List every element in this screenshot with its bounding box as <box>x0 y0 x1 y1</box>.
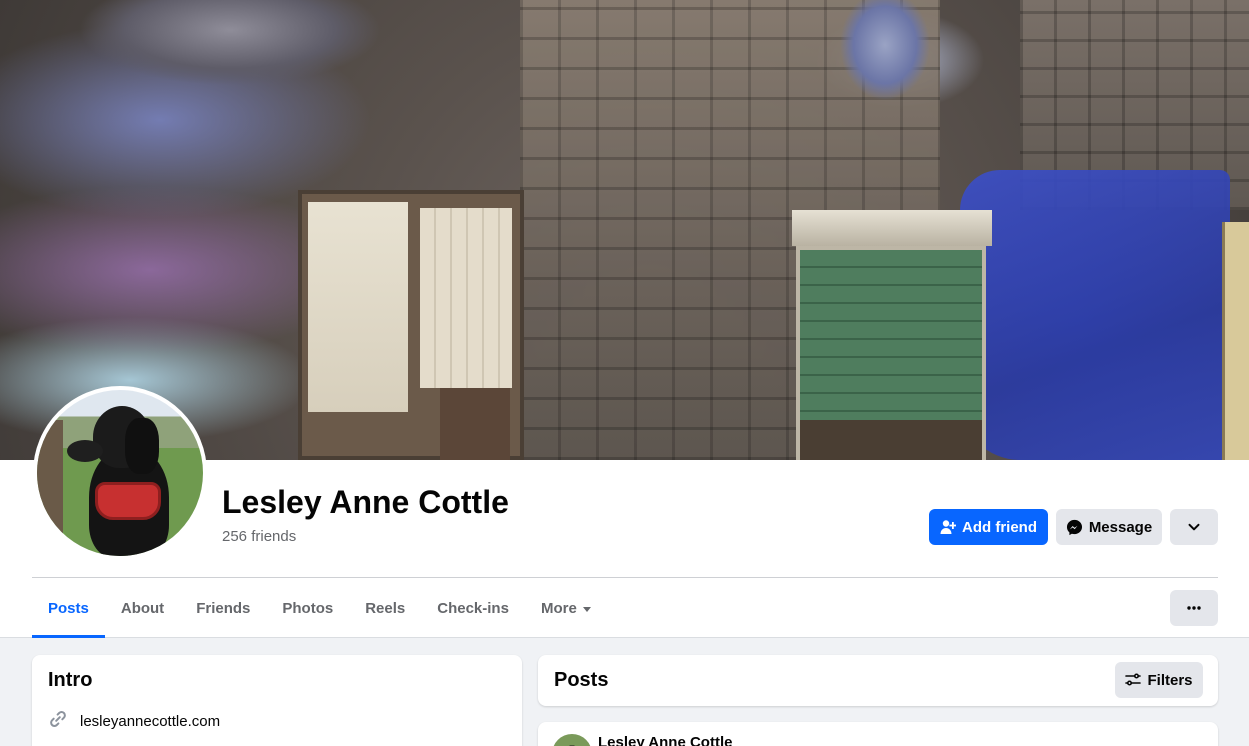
sliders-icon <box>1125 672 1142 688</box>
add-person-icon <box>940 519 956 535</box>
profile-tabs: Posts About Friends Photos Reels Check-i… <box>32 578 607 638</box>
post-card: Lesley Anne Cottle <box>538 722 1218 746</box>
posts-title: Posts <box>554 669 609 691</box>
cover-green-shutter <box>792 210 992 460</box>
tab-friends-label: Friends <box>196 599 251 617</box>
caret-down-icon <box>582 606 591 612</box>
profile-dropdown-button[interactable] <box>1170 509 1218 545</box>
tab-more[interactable]: More <box>525 578 607 638</box>
tab-reels[interactable]: Reels <box>349 578 421 638</box>
tab-reels-label: Reels <box>365 599 406 617</box>
ellipsis-icon <box>1186 600 1202 616</box>
friends-count[interactable]: 256 friends <box>222 528 296 545</box>
intro-card: Intro lesleyannecottle.com <box>32 655 522 746</box>
posts-header-card: Posts Filters <box>538 655 1218 706</box>
tab-posts-label: Posts <box>48 599 89 617</box>
intro-title: Intro <box>48 669 93 691</box>
tab-more-label: More <box>540 599 577 617</box>
cover-mural-cloak <box>960 170 1230 460</box>
intro-website-row[interactable]: lesleyannecottle.com <box>48 709 220 733</box>
link-icon <box>48 709 68 733</box>
intro-website-link[interactable]: lesleyannecottle.com <box>80 713 220 730</box>
cover-wooden-door <box>298 190 524 460</box>
cover-photo[interactable] <box>0 0 1249 460</box>
tab-photos-label: Photos <box>282 599 334 617</box>
tab-posts[interactable]: Posts <box>32 578 105 638</box>
tab-friends[interactable]: Friends <box>180 578 266 638</box>
tab-check-ins[interactable]: Check-ins <box>421 578 525 638</box>
tab-about-label: About <box>120 599 165 617</box>
profile-name: Lesley Anne Cottle <box>222 484 509 520</box>
post-author-name[interactable]: Lesley Anne Cottle <box>598 734 732 746</box>
chevron-down-icon <box>1187 520 1201 534</box>
profile-more-options-button[interactable] <box>1170 590 1218 626</box>
cover-mural-face <box>790 0 940 110</box>
add-friend-label: Add friend <box>962 518 1037 536</box>
filters-button[interactable]: Filters <box>1115 662 1203 698</box>
add-friend-button[interactable]: Add friend <box>929 509 1048 545</box>
message-button[interactable]: Message <box>1056 509 1162 545</box>
tab-check-ins-label: Check-ins <box>437 599 509 617</box>
cover-right-door <box>1222 222 1249 460</box>
filters-label: Filters <box>1147 671 1193 689</box>
messenger-icon <box>1066 519 1083 536</box>
tab-about[interactable]: About <box>105 578 180 638</box>
profile-avatar-image <box>37 390 203 556</box>
profile-avatar[interactable] <box>33 386 207 560</box>
post-author-avatar[interactable] <box>552 734 592 746</box>
message-label: Message <box>1088 518 1153 536</box>
cover-mural-horse <box>60 0 390 130</box>
tab-photos[interactable]: Photos <box>266 578 349 638</box>
